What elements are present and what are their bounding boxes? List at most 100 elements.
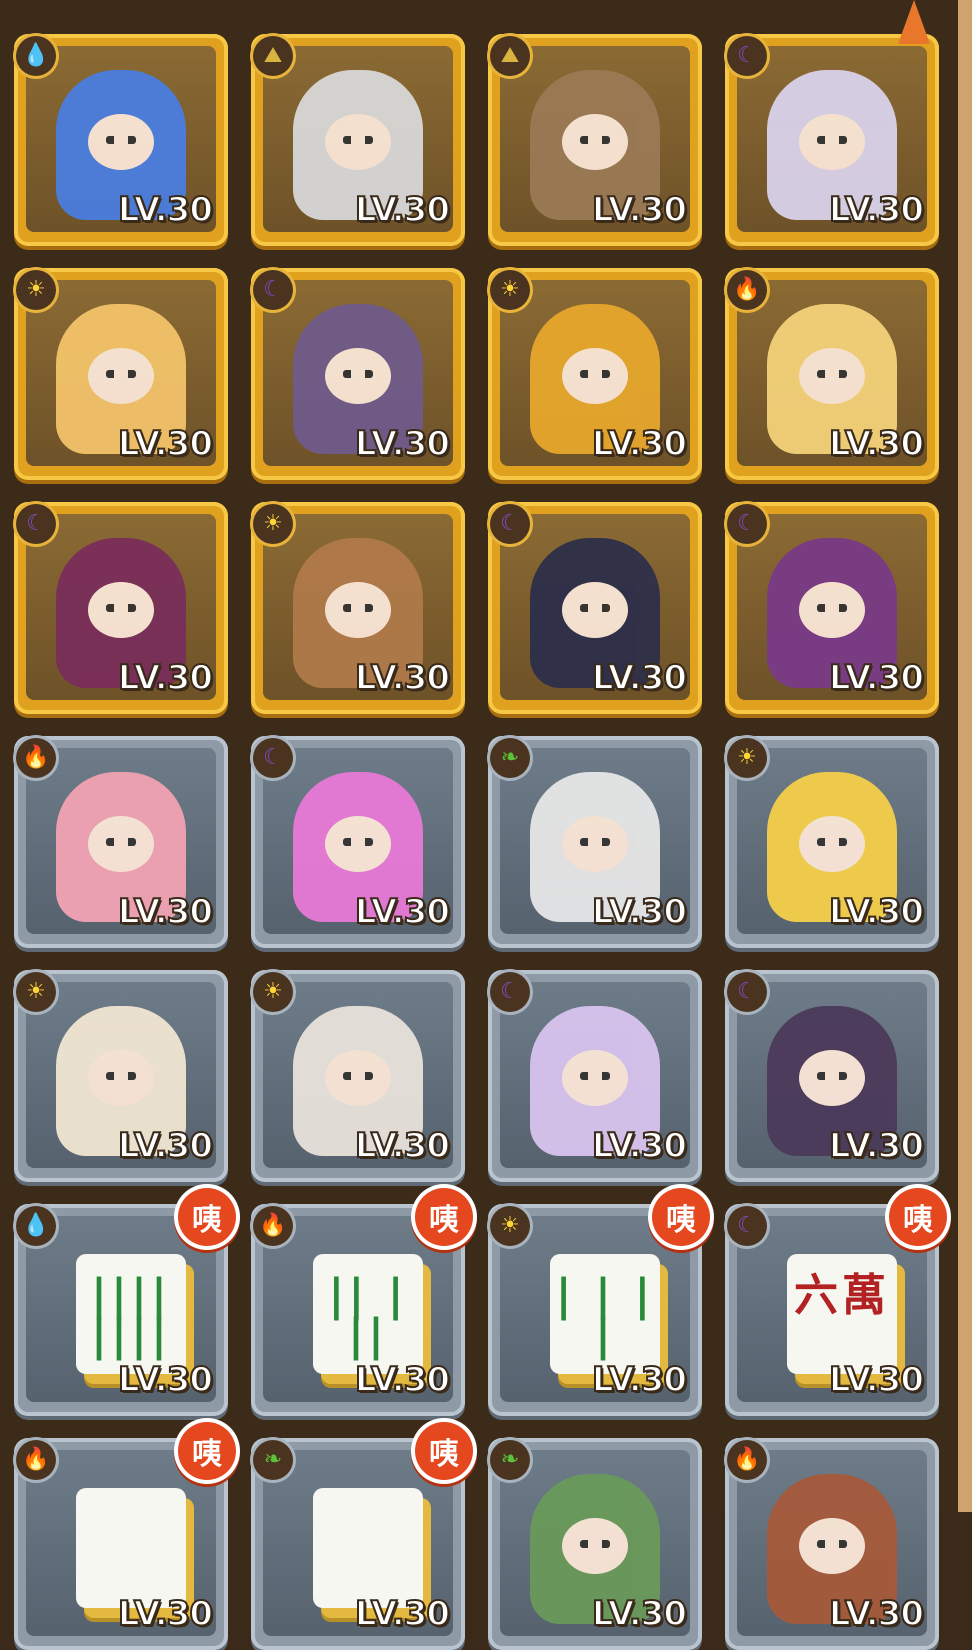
hero-collection-panel: 💧 LV.30 ⛰ LV.30 ⛰ LV.30 ☾ LV.30 ☀ LV.30 ☾ LV.30 ☀ LV.… (0, 0, 958, 1650)
hero-card[interactable]: ❧ LV.30 (488, 1438, 702, 1650)
earth-element-icon: ⛰ (253, 36, 293, 76)
moon-element-icon: ☾ (727, 972, 767, 1012)
hero-card[interactable]: ☾ LV.30 (14, 502, 228, 714)
level-label: LV.30 (591, 1359, 688, 1401)
moon-element-icon: ☾ (253, 270, 293, 310)
scroll-up-arrow-icon[interactable] (898, 0, 930, 44)
moon-element-icon: ☾ (727, 1206, 767, 1246)
hero-card[interactable]: 🔥 LV.30 (14, 736, 228, 948)
hero-card[interactable]: ❧ LV.30 (488, 736, 702, 948)
hero-card[interactable]: ☀ LV.30 (488, 268, 702, 480)
hero-card[interactable]: ☾ LV.30 (488, 502, 702, 714)
hero-card[interactable]: ☾ LV.30 (725, 970, 939, 1182)
tile-marks: 六萬 (794, 1270, 890, 1321)
hero-card[interactable]: 🔥 LV.30 (725, 268, 939, 480)
water-element-icon: 💧 (16, 1206, 56, 1246)
level-label: LV.30 (117, 1359, 214, 1401)
hero-card[interactable]: 🔥 LV.30 (725, 1438, 939, 1650)
new-badge: 咦 (889, 1188, 947, 1246)
wood-element-icon: ❧ (490, 738, 530, 778)
tile-marks: || | || (328, 1270, 408, 1361)
hero-card[interactable]: ☀ LV.30 (14, 970, 228, 1182)
hero-card[interactable]: ☾ LV.30 (725, 34, 939, 246)
level-label: LV.30 (828, 423, 925, 465)
sun-element-icon: ☀ (16, 270, 56, 310)
wood-element-icon: ❧ (253, 1440, 293, 1480)
earth-element-icon: ⛰ (490, 36, 530, 76)
new-badge: 咦 (415, 1188, 473, 1246)
level-label: LV.30 (828, 657, 925, 699)
hero-card[interactable]: ☀ LV.30 (14, 268, 228, 480)
hero-card[interactable]: ☀ LV.30 (251, 970, 465, 1182)
moon-element-icon: ☾ (727, 36, 767, 76)
moon-element-icon: ☾ (253, 738, 293, 778)
moon-element-icon: ☾ (727, 504, 767, 544)
level-label: LV.30 (828, 1359, 925, 1401)
mahjong-tile-image: | | | | (550, 1254, 660, 1374)
level-label: LV.30 (354, 1593, 451, 1635)
level-label: LV.30 (828, 1593, 925, 1635)
moon-element-icon: ☾ (490, 504, 530, 544)
sun-element-icon: ☀ (727, 738, 767, 778)
hero-card[interactable]: ⛰ LV.30 (488, 34, 702, 246)
tile-marks: |||| |||| (90, 1270, 172, 1361)
mahjong-tile-image: || | || (313, 1254, 423, 1374)
sun-element-icon: ☀ (490, 1206, 530, 1246)
level-label: LV.30 (354, 1125, 451, 1167)
new-badge: 咦 (652, 1188, 710, 1246)
mahjong-tile-card[interactable]: 六萬 ☾ LV.30 咦 (725, 1188, 947, 1416)
mahjong-tile-card[interactable]: |||| |||| 💧 LV.30 咦 (14, 1188, 236, 1416)
level-label: LV.30 (354, 423, 451, 465)
level-label: LV.30 (354, 657, 451, 699)
level-label: LV.30 (117, 891, 214, 933)
mahjong-tile-card[interactable]: | | | | ☀ LV.30 咦 (488, 1188, 710, 1416)
water-element-icon: 💧 (16, 36, 56, 76)
level-label: LV.30 (591, 1593, 688, 1635)
level-label: LV.30 (828, 189, 925, 231)
level-label: LV.30 (828, 891, 925, 933)
level-label: LV.30 (591, 189, 688, 231)
mahjong-tile-card[interactable]: 🔥 LV.30 咦 (14, 1422, 236, 1650)
hero-card[interactable]: ☀ LV.30 (725, 736, 939, 948)
mahjong-tile-card[interactable]: ❧ LV.30 咦 (251, 1422, 473, 1650)
sun-element-icon: ☀ (490, 270, 530, 310)
hero-card[interactable]: ☀ LV.30 (251, 502, 465, 714)
fire-element-icon: 🔥 (727, 1440, 767, 1480)
level-label: LV.30 (117, 1125, 214, 1167)
sun-element-icon: ☀ (16, 972, 56, 1012)
mahjong-tile-image: 六萬 (787, 1254, 897, 1374)
hero-card[interactable]: ☾ LV.30 (251, 736, 465, 948)
level-label: LV.30 (354, 891, 451, 933)
mahjong-tile-image: |||| |||| (76, 1254, 186, 1374)
level-label: LV.30 (117, 1593, 214, 1635)
tile-marks: | | | | (555, 1270, 655, 1361)
hero-card[interactable]: ☾ LV.30 (251, 268, 465, 480)
level-label: LV.30 (591, 891, 688, 933)
level-label: LV.30 (117, 423, 214, 465)
moon-element-icon: ☾ (490, 972, 530, 1012)
level-label: LV.30 (117, 657, 214, 699)
level-label: LV.30 (591, 1125, 688, 1167)
mahjong-tile-image (76, 1488, 186, 1608)
scrollbar-track[interactable] (958, 0, 972, 1512)
mahjong-tile-image (313, 1488, 423, 1608)
fire-element-icon: 🔥 (253, 1206, 293, 1246)
fire-element-icon: 🔥 (16, 1440, 56, 1480)
fire-element-icon: 🔥 (727, 270, 767, 310)
level-label: LV.30 (354, 189, 451, 231)
hero-card[interactable]: ⛰ LV.30 (251, 34, 465, 246)
hero-card[interactable]: ☾ LV.30 (488, 970, 702, 1182)
new-badge: 咦 (178, 1188, 236, 1246)
hero-card[interactable]: 💧 LV.30 (14, 34, 228, 246)
fire-element-icon: 🔥 (16, 738, 56, 778)
sun-element-icon: ☀ (253, 504, 293, 544)
new-badge: 咦 (415, 1422, 473, 1480)
level-label: LV.30 (828, 1125, 925, 1167)
level-label: LV.30 (354, 1359, 451, 1401)
mahjong-tile-card[interactable]: || | || 🔥 LV.30 咦 (251, 1188, 473, 1416)
sun-element-icon: ☀ (253, 972, 293, 1012)
moon-element-icon: ☾ (16, 504, 56, 544)
hero-card[interactable]: ☾ LV.30 (725, 502, 939, 714)
level-label: LV.30 (117, 189, 214, 231)
level-label: LV.30 (591, 657, 688, 699)
